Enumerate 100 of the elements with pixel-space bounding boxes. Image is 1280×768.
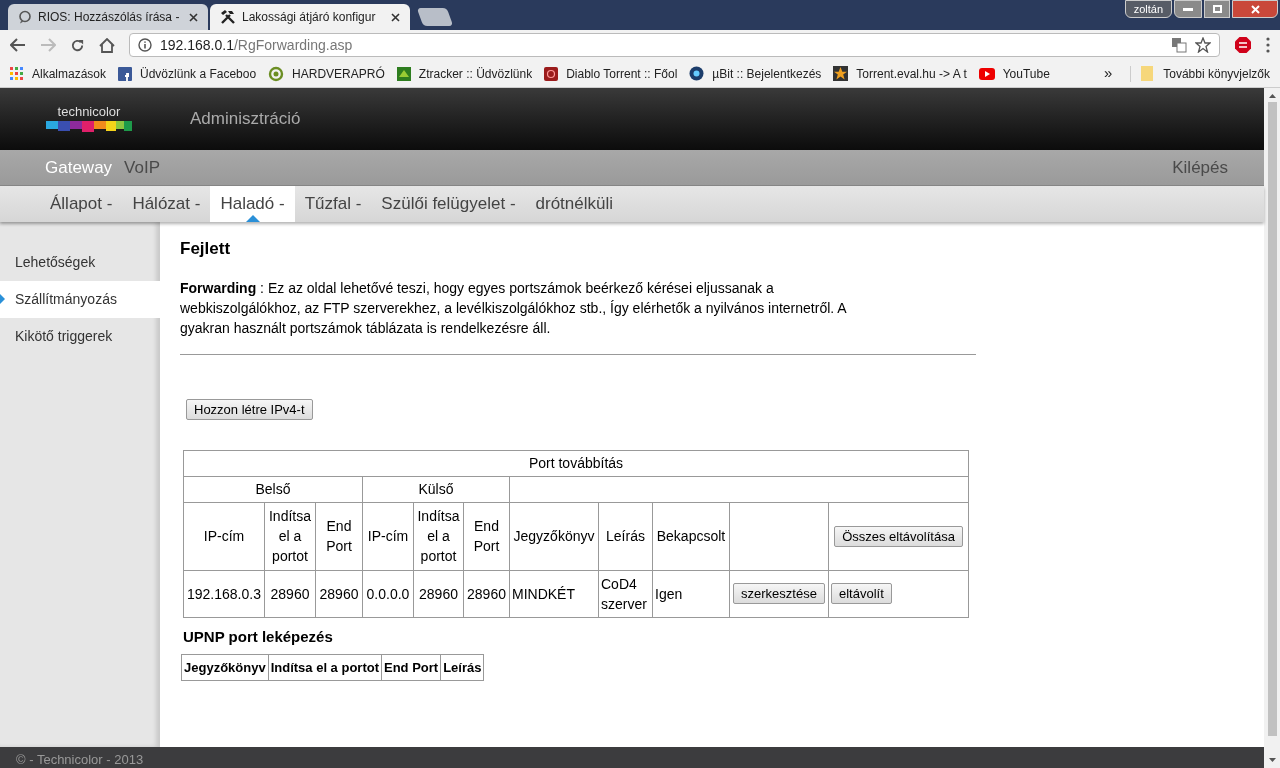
- footer-text: © - Technicolor - 2013: [16, 752, 144, 768]
- column-group-header: Belső: [183, 476, 363, 502]
- bookmarks-overflow-button[interactable]: »: [1103, 62, 1113, 85]
- bookmark-label: YouTube: [1002, 65, 1050, 83]
- close-icon: [1250, 4, 1260, 14]
- sidebar-item[interactable]: Lehetőségek: [0, 244, 160, 281]
- info-icon: [138, 38, 152, 52]
- play-button-icon: [978, 67, 995, 80]
- bookmark-label: HARDVERAPRÓ: [292, 65, 385, 83]
- star-square-icon: [833, 66, 849, 81]
- browser-tab[interactable]: RIOS: Hozzászólás írása -: [8, 4, 208, 30]
- star-icon[interactable]: [1195, 37, 1211, 53]
- sidebar-item[interactable]: Szállítmányozás: [0, 281, 160, 318]
- menu-icon[interactable]: [1266, 37, 1270, 53]
- bookmark-folder[interactable]: További könyvjelzők: [1141, 64, 1270, 83]
- table-cell: 28960: [463, 570, 510, 617]
- column-header: Leírás: [598, 502, 653, 570]
- sub-nav-tab[interactable]: Szülői felügyelet -: [371, 186, 526, 222]
- remove-button[interactable]: eltávolít: [831, 583, 892, 604]
- column-header: Bekapcsolt: [652, 502, 730, 570]
- bookmark-label: µBit :: Bejelentkezés: [712, 65, 822, 83]
- section-heading: UPNP port leképezés: [183, 626, 334, 647]
- bookmark[interactable]: Diablo Torrent :: Főol: [544, 64, 678, 83]
- tab-title: Lakossági átjáró konfigur: [242, 9, 377, 26]
- close-icon[interactable]: [189, 12, 198, 22]
- bookmark-label: Torrent.eval.hu -> A t: [856, 65, 967, 83]
- site-logo-icon: [118, 66, 133, 81]
- new-tab-button[interactable]: [416, 8, 454, 26]
- bookmark-label: Ztracker :: Üdvözlünk: [418, 65, 533, 83]
- column-header: Jegyzőkönyv: [181, 654, 269, 681]
- reload-icon[interactable]: [70, 37, 85, 53]
- back-arrow-icon[interactable]: [10, 38, 26, 52]
- scrollbar-thumb[interactable]: [1267, 102, 1277, 736]
- table-cell: 28960: [315, 570, 363, 617]
- sub-nav-tab[interactable]: Tűzfal -: [294, 186, 372, 222]
- restore-button[interactable]: [1204, 0, 1230, 18]
- address-bar[interactable]: 192.168.0.1/RgForwarding.asp: [129, 33, 1220, 57]
- bookmark-label: Üdvözlünk a Faceboo: [140, 65, 257, 83]
- ring-badge-icon: [544, 66, 559, 81]
- folder-icon: [1141, 66, 1154, 81]
- logo-text: technicolor: [57, 105, 121, 119]
- home-icon[interactable]: [99, 37, 115, 53]
- bookmark[interactable]: Üdvözlünk a Faceboo: [118, 64, 257, 83]
- remove-all-button[interactable]: Összes eltávolítása: [834, 525, 963, 547]
- close-window-button[interactable]: [1232, 0, 1278, 18]
- sub-nav-tab[interactable]: Haladó -: [210, 186, 295, 222]
- bookmark[interactable]: Torrent.eval.hu -> A t: [833, 64, 967, 83]
- table-cell: 0.0.0.0: [362, 570, 414, 617]
- table-cell: 192.168.0.3: [183, 570, 265, 617]
- table-cell: MINDKÉT: [509, 570, 599, 617]
- sub-nav-tab[interactable]: Hálózat -: [122, 186, 211, 222]
- scroll-down-icon[interactable]: [1268, 758, 1276, 762]
- table-cell: 28960: [413, 570, 464, 617]
- tab-title: RIOS: Hozzászólás írása -: [38, 9, 181, 26]
- bookmark[interactable]: HARDVERAPRÓ: [268, 64, 385, 83]
- column-header: End Port: [381, 654, 441, 681]
- column-header: IP-cím: [183, 502, 265, 570]
- apps-grid-icon: [10, 66, 24, 81]
- scrollbar[interactable]: [1264, 88, 1280, 768]
- close-icon[interactable]: [391, 12, 400, 22]
- sub-nav-tab[interactable]: drótnélküli: [525, 186, 624, 222]
- bookmark-label: Diablo Torrent :: Főol: [566, 65, 678, 83]
- column-header: Indítsa el a portot: [413, 502, 464, 570]
- intro-text: Forwarding : Ez az oldal lehetővé teszi, hogy egyes portszámok beérkező kérései eljussanak a webkiszolgálókhoz, az FTP szerverekhez, a levélkiszolgálókhoz stb., Így elérhetők a nyilvános internetről. A gyakran használt portszámok táblázata is rendelkezésre áll.: [180, 278, 848, 338]
- pointer-icon: [0, 294, 5, 304]
- column-header: Jegyzőkönyv: [509, 502, 599, 570]
- folder-label: További könyvjelzők: [1163, 65, 1270, 83]
- column-header: End Port: [315, 502, 363, 570]
- bookmark[interactable]: Alkalmazások: [10, 64, 107, 83]
- column-header: Leírás: [440, 654, 484, 681]
- column-group-header: Külső: [362, 476, 510, 502]
- sub-nav-tab[interactable]: Állapot -: [40, 186, 123, 222]
- profile-button[interactable]: zoltán: [1124, 0, 1172, 18]
- create-ipv4-button[interactable]: Hozzon létre IPv4-t: [186, 398, 313, 420]
- table-cell: Igen: [652, 570, 730, 617]
- header-title: Adminisztráció: [190, 108, 301, 131]
- column-header: Indítsa el a portot: [264, 502, 316, 570]
- caret-icon: [245, 215, 260, 222]
- column-header: IP-cím: [362, 502, 414, 570]
- table-cell: 28960: [264, 570, 316, 617]
- minimize-button[interactable]: [1174, 0, 1202, 18]
- bookmark-label: Alkalmazások: [32, 65, 107, 83]
- bookmark[interactable]: µBit :: Bejelentkezés: [689, 64, 822, 83]
- sidebar-item[interactable]: Kikötő triggerek: [0, 318, 160, 355]
- bookmark[interactable]: Ztracker :: Üdvözlünk: [396, 64, 533, 83]
- table-cell: CoD4 szerver: [598, 570, 653, 617]
- column-header: End Port: [463, 502, 510, 570]
- bookmark[interactable]: YouTube: [978, 64, 1050, 83]
- globe-icon: [689, 66, 705, 81]
- browser-tab[interactable]: Lakossági átjáró konfigur: [210, 4, 410, 30]
- edit-button[interactable]: szerkesztése: [733, 583, 825, 604]
- url-text: 192.168.0.1/RgForwarding.asp: [160, 35, 353, 55]
- tools-icon: [220, 9, 236, 25]
- ring-icon: [268, 65, 285, 82]
- table-title: Port továbbítás: [183, 450, 969, 476]
- scroll-up-icon[interactable]: [1268, 94, 1276, 98]
- chat-bubble-icon: [18, 10, 32, 24]
- column-header: Indítsa el a portot: [268, 654, 382, 681]
- mountain-icon: [396, 66, 411, 81]
- page-heading: Fejlett: [180, 238, 232, 260]
